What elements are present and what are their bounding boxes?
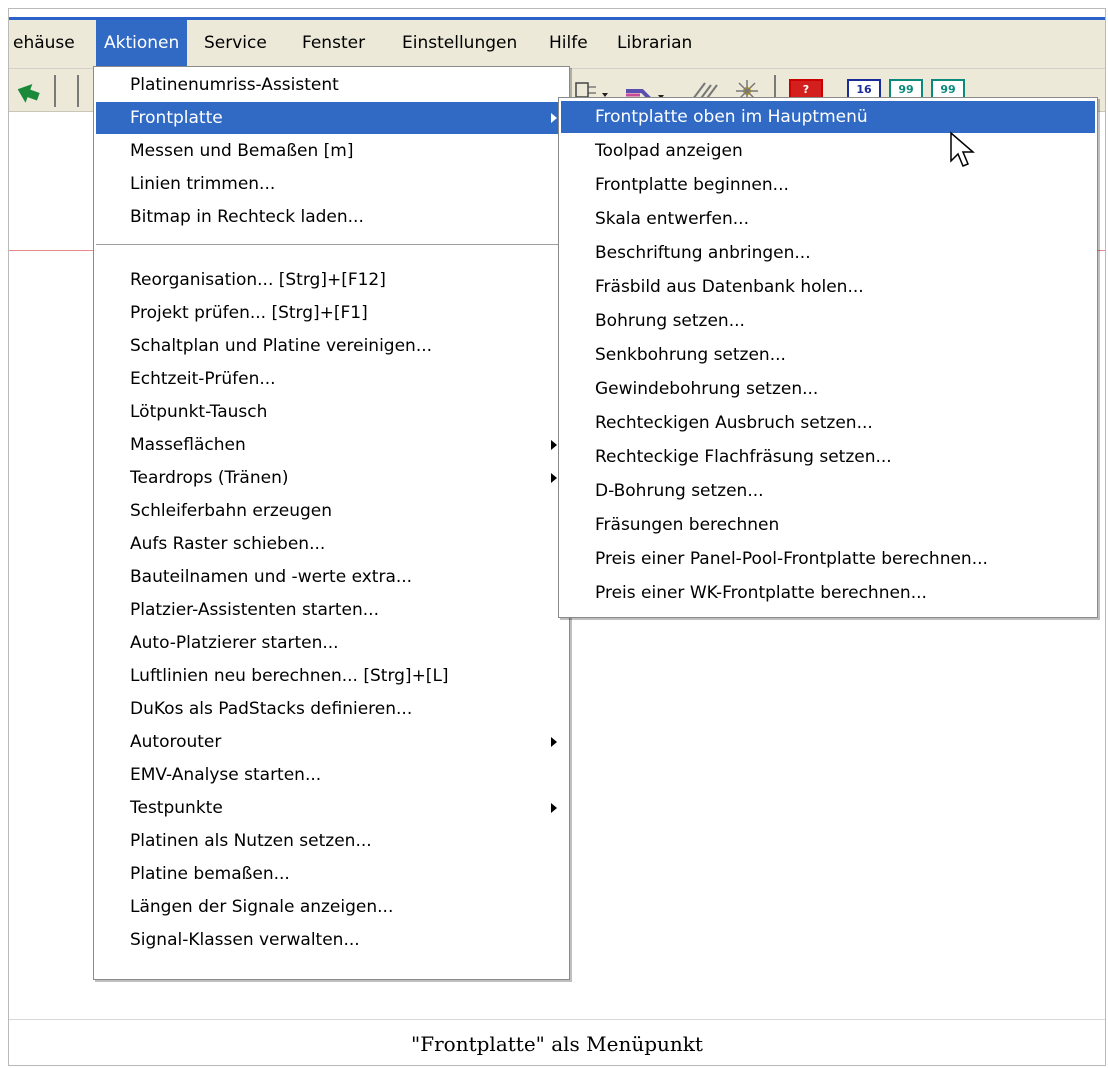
submenu-arrow-icon [551,803,557,813]
menu-item-bitmap-laden[interactable]: Bitmap in Rechteck laden... [96,201,567,233]
menu-item-autorouter[interactable]: Autorouter [96,726,567,758]
menu-item-laengen-signale[interactable]: Längen der Signale anzeigen... [96,891,567,923]
submenu-item-fraesbild[interactable]: Fräsbild aus Datenbank holen... [561,271,1095,303]
menu-einstellungen[interactable]: Einstellungen [394,20,525,66]
menu-item-dukos-padstacks[interactable]: DuKos als PadStacks definieren... [96,693,567,725]
menu-item-projekt-pruefen[interactable]: Projekt prüfen... [Strg]+[F1] [96,297,567,329]
menu-item-label: Testpunkte [130,798,223,818]
menu-aktionen[interactable]: Aktionen [96,20,188,66]
submenu-item-skala-entwerfen[interactable]: Skala entwerfen... [561,203,1095,235]
menu-item-reorganisation[interactable]: Reorganisation... [Strg]+[F12] [96,264,567,296]
submenu-item-bohrung[interactable]: Bohrung setzen... [561,305,1095,337]
submenu-arrow-icon [551,473,557,483]
menu-item-aufs-raster[interactable]: Aufs Raster schieben... [96,528,567,560]
submenu-item-frontplatte-beginnen[interactable]: Frontplatte beginnen... [561,169,1095,201]
menu-hilfe[interactable]: Hilfe [541,20,596,66]
menu-item-platinenumriss-assistent[interactable]: Platinenumriss-Assistent [96,69,567,101]
menu-item-bauteilnamen[interactable]: Bauteilnamen und -werte extra... [96,561,567,593]
menu-item-label: Frontplatte [130,108,223,128]
submenu-arrow-icon [551,440,557,450]
menu-item-luftlinien[interactable]: Luftlinien neu berechnen... [Strg]+[L] [96,660,567,692]
submenu-item-ausbruch[interactable]: Rechteckigen Ausbruch setzen... [561,407,1095,439]
menu-item-schaltplan-vereinigen[interactable]: Schaltplan und Platine vereinigen... [96,330,567,362]
submenu-arrow-icon [551,737,557,747]
menu-item-signal-klassen[interactable]: Signal-Klassen verwalten... [96,924,567,956]
menu-item-label: Teardrops (Tränen) [130,468,289,488]
submenu-item-senkbohrung[interactable]: Senkbohrung setzen... [561,339,1095,371]
menu-item-echtzeit-pruefen[interactable]: Echtzeit-Prüfen... [96,363,567,395]
menu-item-platine-bemassen[interactable]: Platine bemaßen... [96,858,567,890]
frontplatte-submenu: Frontplatte oben im Hauptmenü Toolpad an… [558,97,1098,618]
submenu-item-gewindebohrung[interactable]: Gewindebohrung setzen... [561,373,1095,405]
menu-item-label: Autorouter [130,732,222,752]
menu-item-teardrops[interactable]: Teardrops (Tränen) [96,462,567,494]
menu-fenster[interactable]: Fenster [294,20,373,66]
toolbar-separator [54,75,56,107]
submenu-item-toolpad-anzeigen[interactable]: Toolpad anzeigen [561,135,1095,167]
submenu-item-fraesungen-berechnen[interactable]: Fräsungen berechnen [561,509,1095,541]
menu-item-schleiferbahn[interactable]: Schleiferbahn erzeugen [96,495,567,527]
menu-item-frontplatte[interactable]: Frontplatte [96,102,567,134]
menu-item-testpunkte[interactable]: Testpunkte [96,792,567,824]
submenu-item-flachfraesung[interactable]: Rechteckige Flachfräsung setzen... [561,441,1095,473]
arrow-tool-icon[interactable] [13,79,43,103]
menu-gehaeuse[interactable]: ehäuse [9,20,83,66]
screenshot-frame: ehäuse Aktionen Service Fenster Einstell… [8,8,1106,1066]
submenu-item-preis-wk[interactable]: Preis einer WK-Frontplatte berechnen... [561,577,1095,609]
submenu-arrow-icon [551,113,557,123]
menu-item-emv-analyse[interactable]: EMV-Analyse starten... [96,759,567,791]
submenu-item-frontplatte-hauptmenue[interactable]: Frontplatte oben im Hauptmenü [561,101,1095,133]
toolbar-separator [77,75,79,107]
menu-item-messen-und-bemassen[interactable]: Messen und Bemaßen [m] [96,135,567,167]
menu-item-masseflaechen[interactable]: Masseflächen [96,429,567,461]
menu-item-linien-trimmen[interactable]: Linien trimmen... [96,168,567,200]
menu-librarian[interactable]: Librarian [609,20,700,66]
menu-separator [96,244,567,246]
menu-service[interactable]: Service [196,20,275,66]
submenu-item-beschriftung[interactable]: Beschriftung anbringen... [561,237,1095,269]
menu-item-auto-platzierer[interactable]: Auto-Platzierer starten... [96,627,567,659]
figure-caption: "Frontplatte" als Menüpunkt [9,1019,1105,1065]
mouse-pointer-icon [950,131,976,167]
aktionen-dropdown-menu: Platinenumriss-Assistent Frontplatte Mes… [93,66,570,980]
menu-item-label: Masseflächen [130,435,246,455]
menu-item-platinen-nutzen[interactable]: Platinen als Nutzen setzen... [96,825,567,857]
submenu-item-preis-panel-pool[interactable]: Preis einer Panel-Pool-Frontplatte berec… [561,543,1095,575]
menubar: ehäuse Aktionen Service Fenster Einstell… [9,20,1105,69]
submenu-item-d-bohrung[interactable]: D-Bohrung setzen... [561,475,1095,507]
menu-item-platzier-assistent[interactable]: Platzier-Assistenten starten... [96,594,567,626]
menu-item-loetpunkt-tausch[interactable]: Lötpunkt-Tausch [96,396,567,428]
